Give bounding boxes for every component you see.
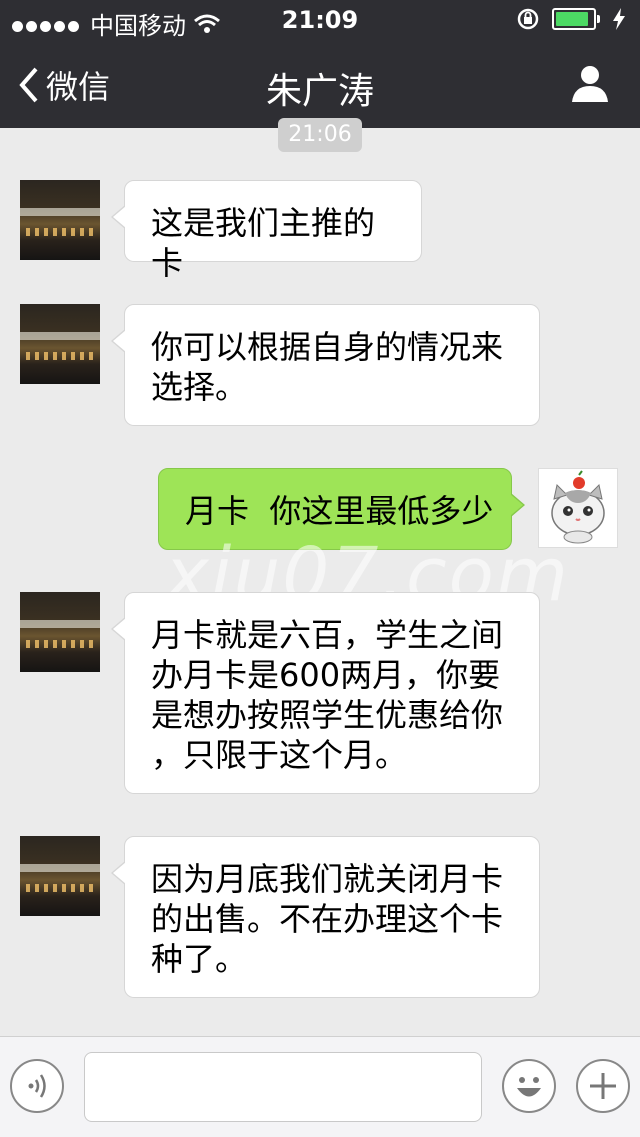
message-bubble[interactable]: 月卡就是六百，学生之间 办月卡是600两月，你要 是想办按照学生优惠给你 ，只限… <box>111 592 540 794</box>
message-text: 月卡就是六百，学生之间 办月卡是600两月，你要 是想办按照学生优惠给你 ，只限… <box>151 616 504 774</box>
voice-icon <box>28 1074 46 1098</box>
top-bar: 中国移动 21:09 微信 朱广涛 <box>0 0 640 128</box>
message-bubble[interactable]: 这是我们主推的卡 <box>111 180 422 282</box>
plus-icon <box>590 1073 616 1099</box>
emoji-button[interactable] <box>502 1059 556 1113</box>
contact-avatar[interactable] <box>20 836 100 916</box>
contact-avatar[interactable] <box>20 180 100 260</box>
navigation-bar: 微信 朱广涛 <box>0 40 640 128</box>
message-text: 月卡 你这里最低多少 <box>185 492 494 530</box>
battery-icon <box>552 8 600 30</box>
contact-avatar[interactable] <box>20 304 100 384</box>
message-text: 因为月底我们就关闭月卡 的出售。不在办理这个卡 种了。 <box>151 860 504 978</box>
chat-title: 朱广涛 <box>265 71 374 112</box>
input-bar <box>0 1036 640 1137</box>
voice-button[interactable] <box>10 1059 64 1113</box>
message-input[interactable] <box>84 1052 482 1122</box>
message-bubble[interactable]: 因为月底我们就关闭月卡 的出售。不在办理这个卡 种了。 <box>111 836 540 998</box>
emoji-icon <box>517 1077 541 1097</box>
message-bubble[interactable]: 你可以根据自身的情况来 选择。 <box>111 304 540 426</box>
more-button[interactable] <box>576 1059 630 1113</box>
status-bar: 中国移动 21:09 <box>0 0 640 40</box>
contact-avatar[interactable] <box>20 592 100 672</box>
message-text: 你可以根据自身的情况来 选择。 <box>151 328 504 406</box>
charging-icon <box>613 8 625 30</box>
rotation-lock-icon <box>517 8 539 30</box>
chat-timestamp: 21:06 <box>278 118 362 152</box>
profile-icon[interactable] <box>570 64 610 104</box>
message-text: 这是我们主推的卡 <box>151 204 376 282</box>
